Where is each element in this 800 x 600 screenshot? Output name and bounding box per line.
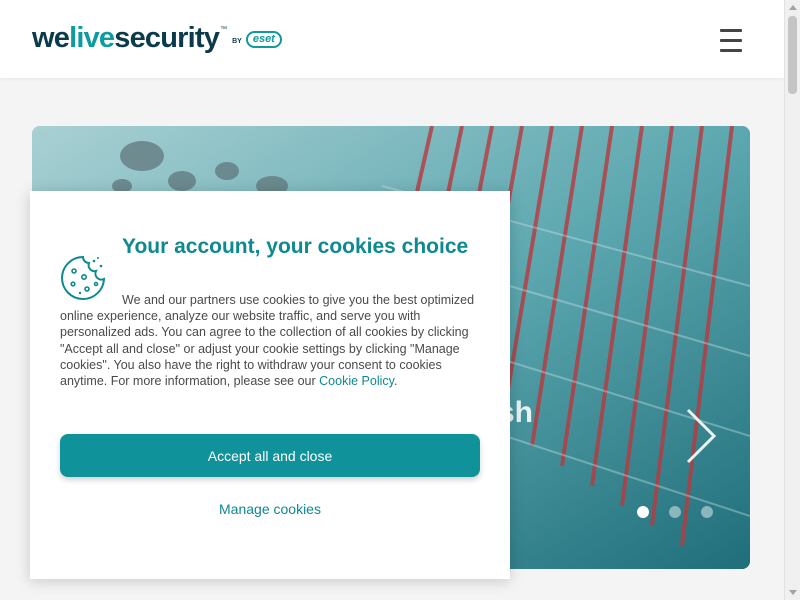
logo-wordmark: welivesecurity (32, 20, 220, 56)
scroll-thumb[interactable] (788, 16, 797, 94)
scroll-up-arrow-icon[interactable] (789, 5, 797, 10)
menu-line (720, 49, 742, 52)
logo-security: security (114, 22, 220, 54)
logo-we: we (32, 22, 70, 54)
menu-line (720, 29, 742, 32)
carousel-dot-1[interactable] (637, 506, 649, 518)
trademark-symbol: ™ (220, 26, 228, 33)
carousel-dot-2[interactable] (669, 506, 681, 518)
logo-by-label: BY (232, 38, 242, 45)
page-scrollbar[interactable] (784, 0, 800, 600)
cookie-dialog-body: We and our partners use cookies to give … (60, 292, 484, 389)
chevron-right-icon[interactable] (680, 406, 720, 466)
menu-line (720, 39, 742, 42)
cookie-consent-dialog: Your account, your cookies choice We and… (30, 191, 510, 579)
scroll-down-arrow-icon[interactable] (789, 590, 797, 595)
cookie-body-text: We and our partners use cookies to give … (60, 293, 475, 389)
manage-cookies-button[interactable]: Manage cookies (60, 497, 480, 521)
cookie-dialog-title: Your account, your cookies choice (122, 235, 469, 258)
site-header: welivesecurity ™ BY eset (0, 0, 784, 78)
carousel-dots (637, 506, 713, 518)
cookie-body-end: . (393, 374, 398, 389)
hamburger-menu-icon[interactable] (716, 27, 746, 53)
logo-live: live (69, 22, 115, 54)
accept-all-button[interactable]: Accept all and close (60, 434, 480, 477)
eset-brand-badge: eset (245, 31, 282, 48)
carousel-dot-3[interactable] (701, 506, 713, 518)
welivesecurity-logo[interactable]: welivesecurity ™ BY eset (32, 20, 282, 56)
cookie-policy-link[interactable]: Cookie Policy (319, 374, 394, 388)
